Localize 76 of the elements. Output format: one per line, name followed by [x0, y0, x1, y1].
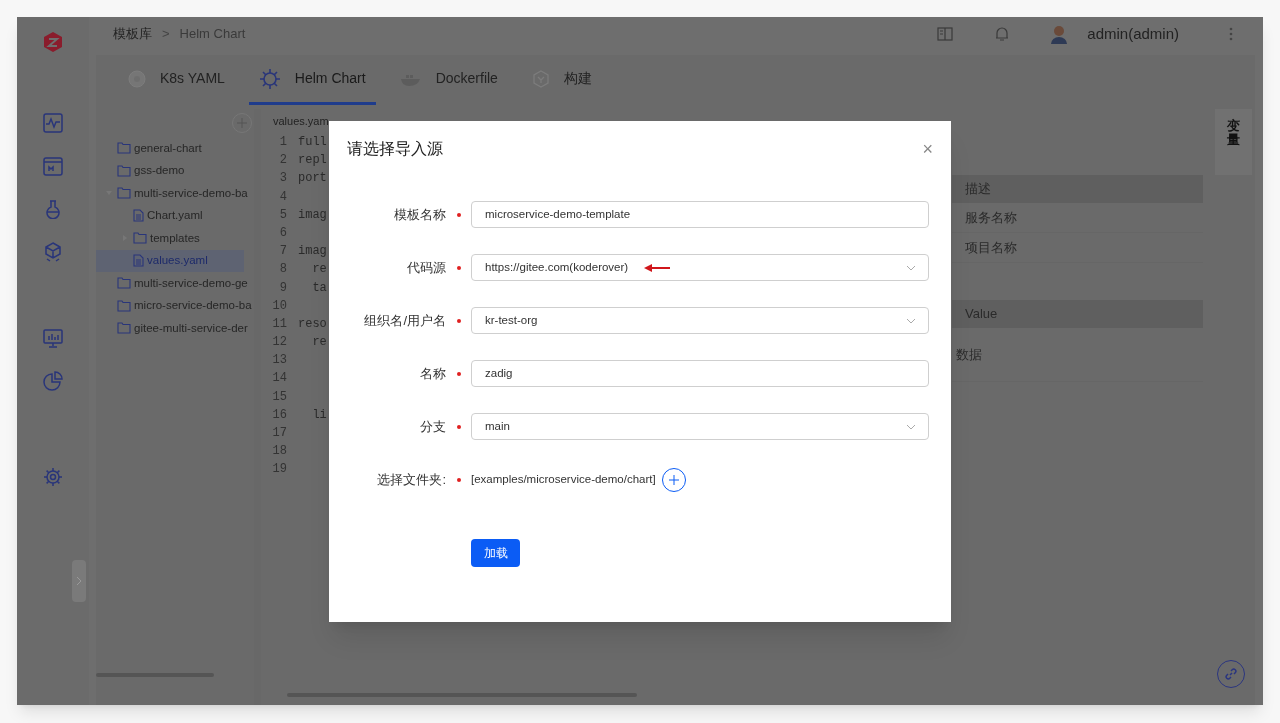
input-field[interactable]: microservice-demo-template — [471, 201, 929, 228]
tree-item[interactable]: multi-service-demo-ba — [96, 182, 254, 205]
link-icon — [1225, 668, 1237, 680]
field-label: 分支 — [419, 417, 446, 436]
tree-item[interactable]: templates — [96, 227, 254, 250]
tab[interactable]: Helm Chart — [248, 55, 376, 105]
tree-item[interactable]: multi-service-demo-ge — [96, 272, 254, 295]
load-button[interactable]: 加载 — [471, 539, 520, 567]
folder-icon — [133, 232, 147, 245]
variables-tab[interactable]: 变量 — [1215, 109, 1252, 175]
select-field[interactable]: https://gitee.com(koderover) — [471, 254, 929, 281]
tree-item[interactable]: micro-service-demo-ba — [96, 294, 254, 317]
line-number: 8 — [278, 261, 287, 279]
code-line: re — [311, 261, 327, 279]
select-field[interactable]: kr-test-org — [471, 307, 929, 334]
file-icon — [133, 209, 144, 223]
code-line: reso — [298, 315, 327, 333]
tab[interactable]: Dockerfile — [389, 55, 508, 105]
breadcrumb-link[interactable]: 模板库 — [113, 24, 152, 44]
tree-item[interactable]: Chart.yaml — [96, 204, 254, 227]
cube-icon[interactable] — [43, 242, 63, 262]
code-line: ta — [311, 279, 327, 297]
plus-icon — [668, 474, 679, 485]
code-line: full — [298, 134, 327, 151]
field-label: 名称 — [419, 364, 446, 383]
tree-item[interactable]: general-chart — [96, 137, 254, 160]
select-field[interactable]: main — [471, 413, 929, 440]
chevron-down-icon — [906, 264, 916, 271]
code-line: port — [298, 170, 327, 188]
settings-icon[interactable] — [43, 467, 63, 487]
code-line: li — [311, 406, 327, 424]
file-icon — [133, 254, 144, 268]
line-number: 18 — [271, 443, 287, 461]
folder-icon — [117, 277, 131, 290]
book-icon[interactable] — [937, 27, 954, 41]
field-label: 选择文件夹: — [376, 470, 446, 489]
code-line: imag — [298, 206, 327, 224]
empty-text: 数据 — [956, 345, 982, 364]
plus-icon — [237, 118, 247, 128]
tree-item[interactable]: gitee-multi-service-der — [96, 317, 254, 340]
waveform-icon[interactable] — [43, 113, 63, 133]
field-label: 模板名称 — [393, 205, 446, 224]
more-icon[interactable] — [1229, 27, 1233, 41]
folder-icon — [117, 187, 131, 200]
table-cell: 服务名称 — [952, 203, 1203, 233]
bell-icon[interactable] — [995, 26, 1010, 42]
folder-icon — [117, 322, 131, 335]
folder-icon — [117, 164, 131, 177]
tree-item[interactable]: values.yaml — [96, 249, 244, 272]
input-field[interactable]: zadig — [471, 360, 929, 387]
flask-icon[interactable] — [43, 199, 63, 219]
window-icon[interactable] — [43, 156, 63, 176]
tree-item[interactable]: gss-demo — [96, 159, 254, 182]
breadcrumb-separator: > — [162, 25, 170, 44]
field-label: 代码源 — [406, 258, 446, 277]
code-line: re — [311, 334, 327, 352]
pie-chart-icon[interactable] — [43, 371, 63, 391]
code-line: imag — [298, 243, 327, 261]
folder-path: [examples/microservice-demo/chart] — [471, 471, 656, 487]
logo-icon[interactable] — [42, 31, 64, 53]
chevron-down-icon — [906, 317, 916, 324]
code-line: repl — [298, 152, 327, 170]
tab[interactable]: 构建 — [521, 55, 602, 105]
helm-icon — [258, 67, 281, 90]
monitor-icon[interactable] — [43, 328, 63, 348]
close-button[interactable]: × — [922, 140, 933, 158]
avatar-icon[interactable] — [1049, 24, 1070, 44]
folder-icon — [117, 142, 131, 155]
collapse-handle[interactable] — [72, 560, 86, 602]
dialog-title: 请选择导入源 — [347, 139, 443, 159]
user-name[interactable]: admin(admin) — [1087, 22, 1179, 46]
tab[interactable]: K8s YAML — [118, 55, 235, 105]
chevron-down-icon — [906, 423, 916, 430]
table-cell: 项目名称 — [952, 233, 1203, 263]
field-label: 组织名/用户名 — [363, 311, 446, 330]
folder-icon — [117, 299, 131, 312]
